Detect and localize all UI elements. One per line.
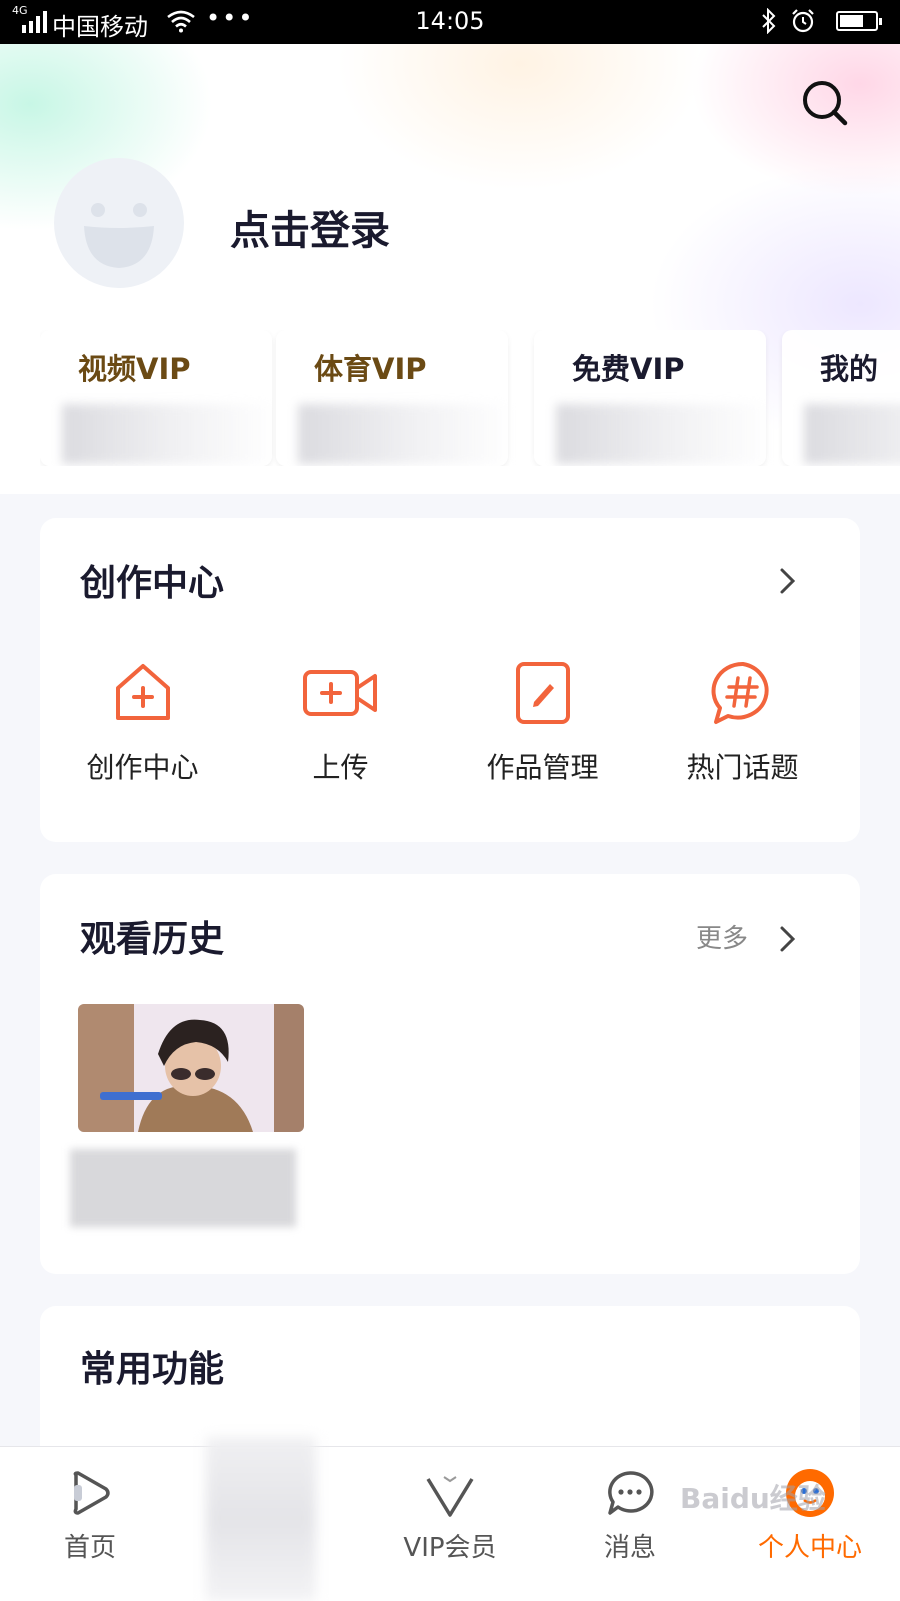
tab-label: 个人中心 <box>757 1533 862 1563</box>
tab-profile[interactable]: 个人中心 <box>720 1447 900 1601</box>
history-video-title-blurred <box>70 1149 296 1227</box>
avatar[interactable] <box>54 158 184 288</box>
tool-upload[interactable]: 上传 <box>238 658 443 786</box>
tool-label: 作品管理 <box>486 751 599 784</box>
common-features-card: 常用功能 <box>40 1306 860 1466</box>
watch-history-card: 观看历史 更多 <box>40 874 860 1274</box>
vip-card-label: 免费VIP <box>572 352 685 386</box>
tool-works-management[interactable]: 作品管理 <box>440 658 645 786</box>
tab-label: VIP会员 <box>403 1533 497 1563</box>
status-bar: 4G 中国移动 ••• 14:05 <box>0 0 900 44</box>
vip-card-label: 体育VIP <box>314 352 427 386</box>
vip-card-blurred-info <box>62 404 272 464</box>
watch-history-title: 观看历史 <box>80 919 225 960</box>
tool-label: 热门话题 <box>686 751 799 784</box>
tab-messages[interactable]: 消息 <box>540 1447 720 1601</box>
creation-center-title: 创作中心 <box>80 563 225 604</box>
tab-home[interactable]: 首页 <box>0 1447 180 1601</box>
common-features-title: 常用功能 <box>80 1349 225 1390</box>
tab-blurred-region <box>206 1437 316 1601</box>
battery-icon <box>836 11 882 31</box>
vip-card-sports[interactable]: 体育VIP <box>276 330 508 466</box>
bottom-tab-bar: 首页 VIP会员 消息 个人中心 Baidu经验 <box>0 1437 900 1601</box>
vip-card-blurred-info <box>298 404 508 464</box>
tool-label: 上传 <box>312 751 369 784</box>
tab-vip[interactable]: VIP会员 <box>360 1447 540 1601</box>
bluetooth-icon <box>762 8 776 34</box>
tab-label: 首页 <box>63 1533 116 1563</box>
vip-card-blurred-info <box>556 404 766 464</box>
tab-label: 消息 <box>603 1533 656 1563</box>
baidu-watermark: Baidu经验 <box>680 1482 826 1515</box>
vip-card-label: 视频VIP <box>78 352 191 386</box>
video-thumbnail-image <box>78 1004 304 1132</box>
tool-creation-center[interactable]: 创作中心 <box>40 658 245 786</box>
creation-tools: 创作中心 上传 作品管理 热门话题 <box>40 658 860 798</box>
vip-card-free[interactable]: 免费VIP <box>534 330 766 466</box>
vip-card-label: 我的 <box>820 352 879 386</box>
creation-center-card: 创作中心 创作中心 上传 作品管理 热门话题 <box>40 518 860 842</box>
chat-bubble-icon <box>608 1471 654 1515</box>
vip-v-icon <box>426 1476 474 1517</box>
history-more-link[interactable]: 更多 <box>696 918 748 955</box>
house-plus-icon <box>115 664 170 720</box>
vip-cards-row: 视频VIP 体育VIP 免费VIP 我的 <box>40 330 900 466</box>
hashtag-bubble-icon <box>711 661 769 724</box>
chevron-right-icon[interactable] <box>772 924 802 954</box>
play-icon <box>73 1471 110 1515</box>
chevron-right-icon[interactable] <box>772 566 802 596</box>
vip-card-blurred-info <box>804 404 900 464</box>
video-plus-icon <box>302 670 377 716</box>
default-avatar-icon <box>84 203 154 268</box>
login-link[interactable]: 点击登录 <box>230 198 390 256</box>
tool-label: 创作中心 <box>86 751 199 784</box>
tool-hot-topics[interactable]: 热门话题 <box>640 658 845 786</box>
search-icon[interactable] <box>800 78 850 128</box>
alarm-icon <box>792 9 814 33</box>
vip-card-video[interactable]: 视频VIP <box>40 330 272 466</box>
pencil-icon <box>515 662 570 724</box>
history-video-thumbnail[interactable] <box>78 1004 304 1132</box>
vip-card-mine[interactable]: 我的 <box>782 330 900 466</box>
